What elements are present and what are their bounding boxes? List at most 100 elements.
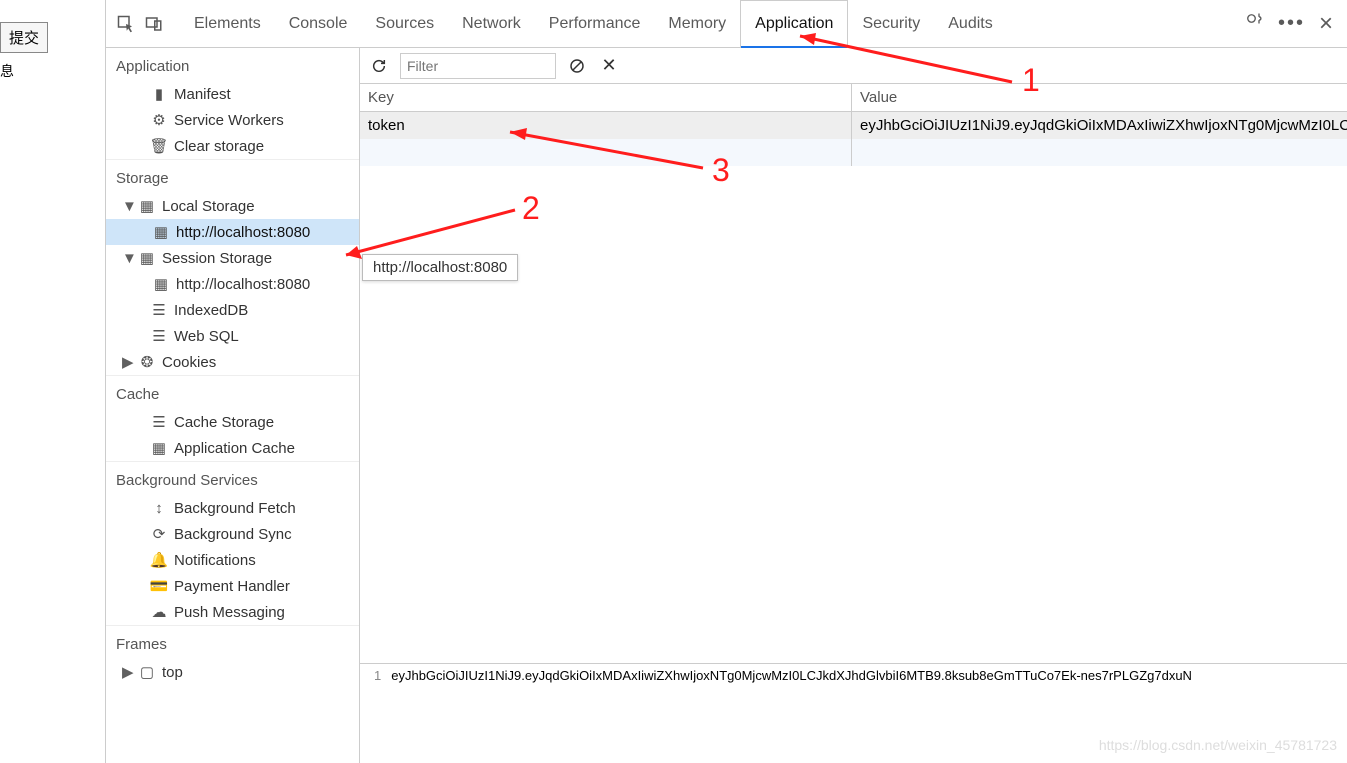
storage-toolbar: ✕ — [360, 48, 1347, 84]
clear-all-button[interactable] — [566, 55, 588, 77]
watermark: https://blog.csdn.net/weixin_45781723 — [1099, 737, 1337, 753]
cell-key — [360, 139, 852, 166]
sidebar-item-push-messaging[interactable]: ☁ Push Messaging — [106, 599, 359, 625]
sidebar-item-label: Session Storage — [162, 250, 272, 267]
tab-console[interactable]: Console — [275, 0, 362, 48]
refresh-button[interactable] — [368, 55, 390, 77]
tab-audits[interactable]: Audits — [934, 0, 1006, 48]
close-icon[interactable]: × — [1319, 10, 1333, 38]
database-icon: ☰ — [150, 413, 168, 431]
cell-key: token — [360, 112, 852, 139]
device-toolbar-icon[interactable] — [140, 10, 168, 38]
tab-memory[interactable]: Memory — [654, 0, 740, 48]
sidebar-item-label: Local Storage — [162, 198, 255, 215]
storage-content: ✕ Key Value token eyJhbGciOiJIUzI1NiJ9.e… — [360, 48, 1347, 763]
sidebar-item-cache-storage[interactable]: ☰ Cache Storage — [106, 409, 359, 435]
section-background-services: Background Services — [106, 462, 359, 495]
storage-grid: Key Value token eyJhbGciOiJIUzI1NiJ9.eyJ… — [360, 84, 1347, 663]
sidebar-item-application-cache[interactable]: ▦ Application Cache — [106, 435, 359, 461]
sidebar-item-label: Push Messaging — [174, 604, 285, 621]
sidebar-item-label: Notifications — [174, 552, 256, 569]
document-icon: ▮ — [150, 85, 168, 103]
tab-sources[interactable]: Sources — [361, 0, 448, 48]
credit-card-icon: 💳 — [150, 577, 168, 595]
cloud-icon: ☁ — [150, 603, 168, 621]
sidebar-item-payment-handler[interactable]: 💳 Payment Handler — [106, 573, 359, 599]
table-row[interactable] — [360, 139, 1347, 166]
inspect-element-icon[interactable] — [112, 10, 140, 38]
sidebar-item-label: http://localhost:8080 — [176, 224, 310, 241]
line-number: 1 — [360, 664, 387, 763]
cell-value — [852, 139, 1347, 166]
section-cache: Cache — [106, 376, 359, 409]
section-application: Application — [106, 48, 359, 81]
tab-network[interactable]: Network — [448, 0, 535, 48]
annotation-number: 2 — [522, 190, 540, 227]
sidebar-item-manifest[interactable]: ▮ Manifest — [106, 81, 359, 107]
sidebar-item-label: Cookies — [162, 354, 216, 371]
delete-button[interactable]: ✕ — [598, 55, 620, 77]
sidebar-item-frames-top[interactable]: ▶▢top — [106, 659, 359, 685]
database-icon: ☰ — [150, 301, 168, 319]
sidebar-item-label: Manifest — [174, 86, 231, 103]
sidebar-item-label: Web SQL — [174, 328, 239, 345]
bell-icon: 🔔 — [150, 551, 168, 569]
sidebar-item-label: Service Workers — [174, 112, 284, 129]
sidebar-item-clear-storage[interactable]: 🗑 Clear storage — [106, 133, 359, 159]
sidebar-item-label: IndexedDB — [174, 302, 248, 319]
trash-icon: 🗑 — [150, 137, 168, 155]
filter-input[interactable] — [400, 53, 556, 79]
tab-elements[interactable]: Elements — [180, 0, 275, 48]
sidebar-item-notifications[interactable]: 🔔 Notifications — [106, 547, 359, 573]
cell-value: eyJhbGciOiJIUzI1NiJ9.eyJqdGkiOiIxMDAxIiw… — [852, 112, 1347, 139]
grid-icon: ▦ — [152, 223, 170, 241]
cookie-icon: ❂ — [138, 353, 156, 371]
annotation-number: 3 — [712, 152, 730, 189]
sidebar-item-label: Background Sync — [174, 526, 292, 543]
sidebar-item-local-storage-origin[interactable]: ▦ http://localhost:8080 — [106, 219, 359, 245]
application-sidebar: Application ▮ Manifest ⚙ Service Workers 🗑… — [106, 48, 360, 763]
database-icon: ☰ — [150, 327, 168, 345]
whats-new-icon[interactable] — [1244, 11, 1264, 37]
tooltip: http://localhost:8080 — [362, 254, 518, 281]
column-value[interactable]: Value — [852, 84, 1347, 111]
more-icon[interactable]: ••• — [1278, 12, 1305, 35]
sidebar-item-indexeddb[interactable]: ☰ IndexedDB — [106, 297, 359, 323]
grid-icon: ▦ — [138, 197, 156, 215]
sidebar-item-label: Background Fetch — [174, 500, 296, 517]
sidebar-item-background-fetch[interactable]: ↕ Background Fetch — [106, 495, 359, 521]
tab-security[interactable]: Security — [848, 0, 934, 48]
value-preview-text: eyJhbGciOiJIUzI1NiJ9.eyJqdGkiOiIxMDAxIiw… — [387, 664, 1196, 763]
tab-performance[interactable]: Performance — [535, 0, 655, 48]
table-row[interactable]: token eyJhbGciOiJIUzI1NiJ9.eyJqdGkiOiIxM… — [360, 112, 1347, 139]
sidebar-item-label: Application Cache — [174, 440, 295, 457]
sidebar-item-label: top — [162, 664, 183, 681]
sidebar-item-cookies[interactable]: ▶❂Cookies — [106, 349, 359, 375]
section-storage: Storage — [106, 160, 359, 193]
column-key[interactable]: Key — [360, 84, 852, 111]
external-text: 息 — [0, 61, 50, 81]
sidebar-item-session-storage[interactable]: ▼▦Session Storage — [106, 245, 359, 271]
submit-button[interactable]: 提交 — [0, 22, 48, 53]
grid-icon: ▦ — [152, 275, 170, 293]
sync-icon: ↕ — [150, 500, 168, 517]
devtools-panel: Elements Console Sources Network Perform… — [105, 0, 1347, 763]
grid-icon: ▦ — [150, 439, 168, 457]
sidebar-item-label: http://localhost:8080 — [176, 276, 310, 293]
grid-icon: ▦ — [138, 249, 156, 267]
sidebar-item-label: Payment Handler — [174, 578, 290, 595]
devtools-tabstrip: Elements Console Sources Network Perform… — [106, 0, 1347, 48]
sidebar-item-label: Cache Storage — [174, 414, 274, 431]
refresh-icon: ⟳ — [150, 525, 168, 543]
sidebar-item-local-storage[interactable]: ▼▦Local Storage — [106, 193, 359, 219]
tab-application[interactable]: Application — [740, 0, 848, 48]
sidebar-item-label: Clear storage — [174, 138, 264, 155]
sidebar-item-service-workers[interactable]: ⚙ Service Workers — [106, 107, 359, 133]
sidebar-item-session-storage-origin[interactable]: ▦ http://localhost:8080 — [106, 271, 359, 297]
gear-icon: ⚙ — [150, 111, 168, 129]
annotation-number: 1 — [1022, 62, 1040, 99]
sidebar-item-background-sync[interactable]: ⟳ Background Sync — [106, 521, 359, 547]
window-icon: ▢ — [138, 663, 156, 681]
sidebar-item-websql[interactable]: ☰ Web SQL — [106, 323, 359, 349]
section-frames: Frames — [106, 626, 359, 659]
